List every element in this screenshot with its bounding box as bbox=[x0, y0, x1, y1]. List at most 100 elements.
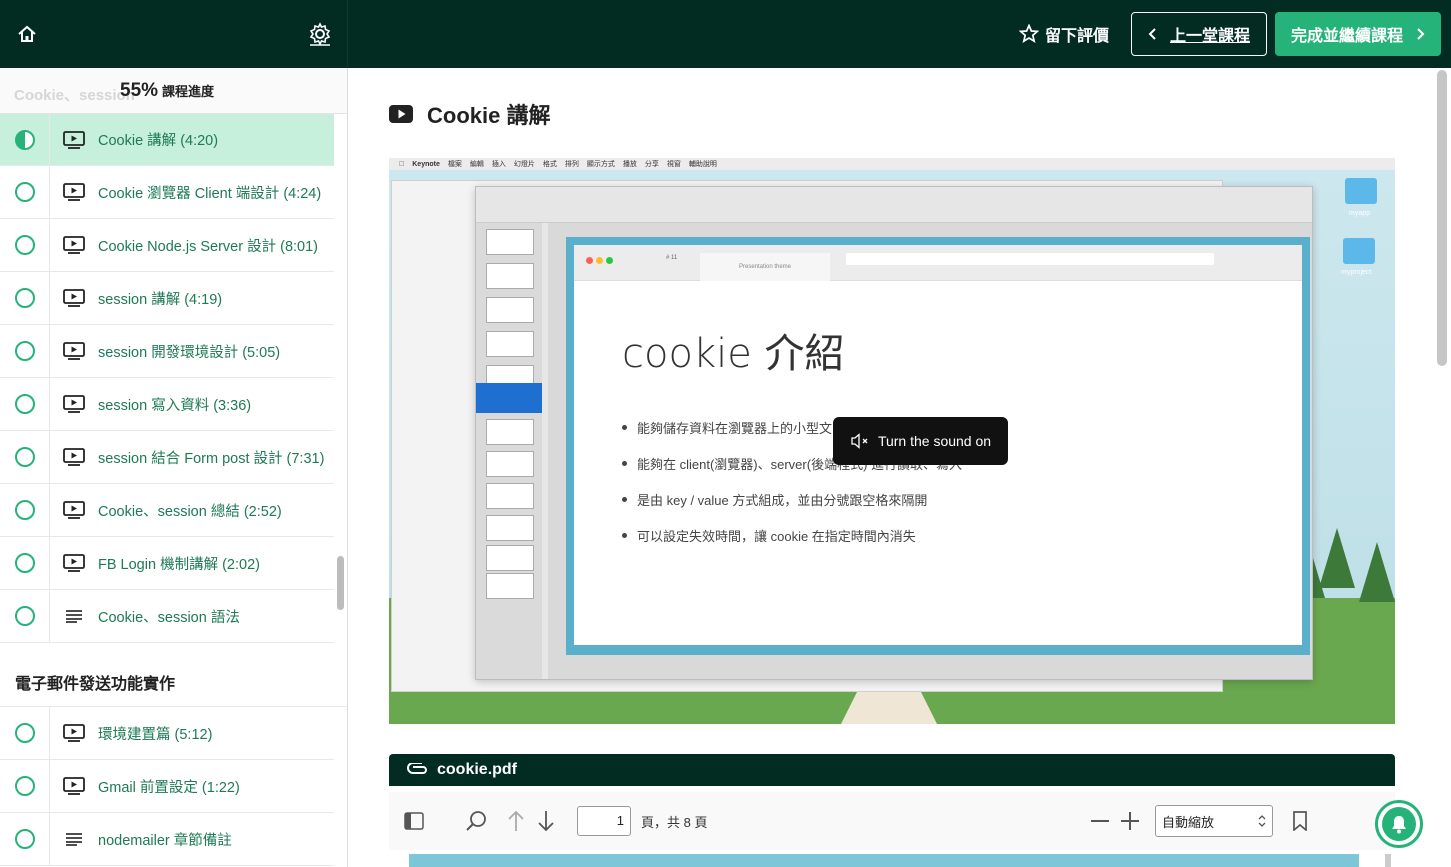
section-title: 電子郵件發送功能實作 bbox=[0, 643, 347, 707]
mac-menu-item: 分享 bbox=[639, 161, 659, 168]
lesson-list-2: 環境建置篇 (5:12) Gmail 前置設定 (1:22) nodemailer … bbox=[0, 707, 334, 866]
zoom-select[interactable]: 自動縮放 bbox=[1155, 805, 1273, 837]
lesson-status[interactable] bbox=[0, 707, 50, 759]
lesson-status[interactable] bbox=[0, 813, 50, 865]
lesson-item[interactable]: FB Login 機制講解 (2:02) bbox=[0, 537, 334, 590]
mac-menu-item: 顯示方式 bbox=[581, 161, 615, 168]
lesson-item[interactable]: session 結合 Form post 設計 (7:31) bbox=[0, 431, 334, 484]
star-icon bbox=[1018, 24, 1039, 43]
video-lesson-icon bbox=[50, 724, 98, 742]
tree-shape bbox=[1359, 542, 1395, 602]
lesson-status[interactable] bbox=[0, 378, 50, 430]
slide-thumbnail bbox=[486, 297, 534, 323]
lesson-item[interactable]: nodemailer 章節備註 bbox=[0, 813, 334, 866]
mac-menu-item: 檔案 bbox=[442, 161, 462, 168]
slide-thumbnail bbox=[486, 419, 534, 445]
zoom-out-icon[interactable] bbox=[1085, 806, 1115, 836]
mac-menu-item: Keynote bbox=[407, 160, 440, 168]
page-number-input[interactable]: 1 bbox=[577, 806, 631, 836]
lesson-item[interactable]: session 講解 (4:19) bbox=[0, 272, 334, 325]
lesson-status[interactable] bbox=[0, 484, 50, 536]
course-sidebar: Cookie、session 55% 課程進度 Cookie 講解 (4:20)… bbox=[0, 68, 348, 867]
lesson-title: Cookie 講解 bbox=[427, 103, 551, 128]
folder-icon bbox=[1345, 178, 1377, 204]
zoom-value: 自動縮放 bbox=[1162, 814, 1215, 830]
bookmark-icon[interactable] bbox=[1285, 806, 1315, 836]
arrow-up-icon[interactable] bbox=[501, 806, 531, 836]
chevron-right-icon bbox=[1417, 28, 1425, 40]
lesson-item[interactable]: Cookie、session 語法 bbox=[0, 590, 334, 643]
lesson-item[interactable]: session 寫入資料 (3:36) bbox=[0, 378, 334, 431]
lesson-status[interactable] bbox=[0, 431, 50, 483]
zoom-dot bbox=[606, 257, 613, 264]
lesson-item[interactable]: Cookie Node.js Server 設計 (8:01) bbox=[0, 219, 334, 272]
slide-thumbnail bbox=[486, 515, 534, 541]
muted-speaker-icon bbox=[851, 433, 868, 449]
pdf-attachment-header: cookie.pdf bbox=[389, 754, 1395, 786]
lesson-status[interactable] bbox=[0, 272, 50, 324]
lesson-title: Cookie、session 語法 bbox=[98, 609, 240, 626]
rate-button[interactable]: 留下評價 bbox=[1018, 22, 1109, 46]
chevron-left-icon bbox=[1148, 28, 1156, 40]
home-icon[interactable] bbox=[14, 21, 40, 47]
lesson-status[interactable] bbox=[0, 760, 50, 812]
lesson-title: nodemailer 章節備註 bbox=[98, 832, 232, 849]
lesson-status[interactable] bbox=[0, 325, 50, 377]
lesson-status[interactable] bbox=[0, 166, 50, 218]
lesson-item[interactable]: Cookie 講解 (4:20) bbox=[0, 114, 334, 166]
turn-sound-on-label: Turn the sound on bbox=[877, 433, 992, 449]
pdf-toolbar: 1 頁，共 8 頁 自動縮放 bbox=[389, 792, 1395, 850]
minimize-dot bbox=[596, 257, 603, 264]
lesson-item[interactable]: Gmail 前置設定 (1:22) bbox=[0, 760, 334, 813]
lesson-title: session 開發環境設計 (5:05) bbox=[98, 344, 281, 361]
folder-label: myapp bbox=[1349, 210, 1371, 217]
empty-circle-icon bbox=[14, 447, 35, 467]
notification-button[interactable] bbox=[1375, 800, 1423, 848]
slide-thumbnail bbox=[486, 451, 534, 477]
sidebar-toggle-icon[interactable] bbox=[399, 806, 429, 836]
apple-icon:  bbox=[399, 161, 404, 168]
lesson-item[interactable]: Cookie、session 總結 (2:52) bbox=[0, 484, 334, 537]
lesson-item[interactable]: session 開發環境設計 (5:05) bbox=[0, 325, 334, 378]
slide-bullet: 可以設定失效時間，讓 cookie 在指定時間內消失 bbox=[622, 517, 962, 553]
folder-icon bbox=[1343, 238, 1375, 264]
zoom-in-icon[interactable] bbox=[1115, 806, 1145, 836]
video-lesson-icon bbox=[50, 554, 98, 572]
turn-sound-on-button[interactable]: Turn the sound on bbox=[833, 417, 1008, 465]
complete-and-continue-button[interactable]: 完成並繼續課程 bbox=[1274, 12, 1441, 56]
lesson-item[interactable]: 環境建置篇 (5:12) bbox=[0, 707, 334, 760]
lesson-title: Cookie Node.js Server 設計 (8:01) bbox=[98, 238, 318, 255]
lesson-title: session 結合 Form post 設計 (7:31) bbox=[98, 450, 325, 467]
arrow-down-icon[interactable] bbox=[531, 806, 561, 836]
mac-menu-item: 視窗 bbox=[661, 161, 681, 168]
lesson-list: Cookie 講解 (4:20) Cookie 瀏覽器 Client 端設計 (4… bbox=[0, 114, 334, 643]
lesson-status[interactable] bbox=[0, 219, 50, 271]
empty-circle-icon bbox=[14, 341, 35, 361]
slide-number: # 11 bbox=[666, 255, 678, 261]
complete-and-continue-label: 完成並繼續課程 bbox=[1290, 28, 1403, 45]
slide-thumbnail bbox=[486, 263, 534, 289]
mac-menu-item: 排列 bbox=[559, 161, 579, 168]
lesson-status[interactable] bbox=[0, 114, 50, 165]
previous-lesson-button[interactable]: 上一堂課程 bbox=[1130, 12, 1267, 56]
pdf-scrollbar[interactable] bbox=[1385, 854, 1391, 867]
video-player[interactable]:  Keynote檔案編輯插入幻燈片格式排列顯示方式播放分享視窗輔助說明 mya… bbox=[389, 158, 1395, 724]
lesson-item[interactable]: Cookie 瀏覽器 Client 端設計 (4:24) bbox=[0, 166, 334, 219]
top-bar: 留下評價 上一堂課程 完成並繼續課程 bbox=[0, 0, 1451, 68]
video-lesson-icon bbox=[50, 183, 98, 201]
sidebar-scrollbar[interactable] bbox=[337, 556, 344, 610]
lesson-heading: Cookie 講解 bbox=[389, 98, 550, 130]
video-lesson-icon bbox=[50, 236, 98, 254]
text-lesson-icon bbox=[50, 609, 98, 623]
page-count-label: 頁，共 8 頁 bbox=[641, 814, 708, 830]
keynote-toolbar bbox=[476, 187, 1312, 223]
search-icon[interactable] bbox=[461, 806, 491, 836]
lesson-status[interactable] bbox=[0, 590, 50, 642]
lesson-status[interactable] bbox=[0, 537, 50, 589]
gear-icon[interactable] bbox=[307, 21, 333, 47]
mac-menu-item: 編輯 bbox=[464, 161, 484, 168]
empty-circle-icon bbox=[14, 776, 35, 796]
main-scrollbar[interactable] bbox=[1437, 70, 1447, 366]
lesson-title: Cookie、session 總結 (2:52) bbox=[98, 503, 282, 520]
slide-thumbnail bbox=[486, 545, 534, 571]
